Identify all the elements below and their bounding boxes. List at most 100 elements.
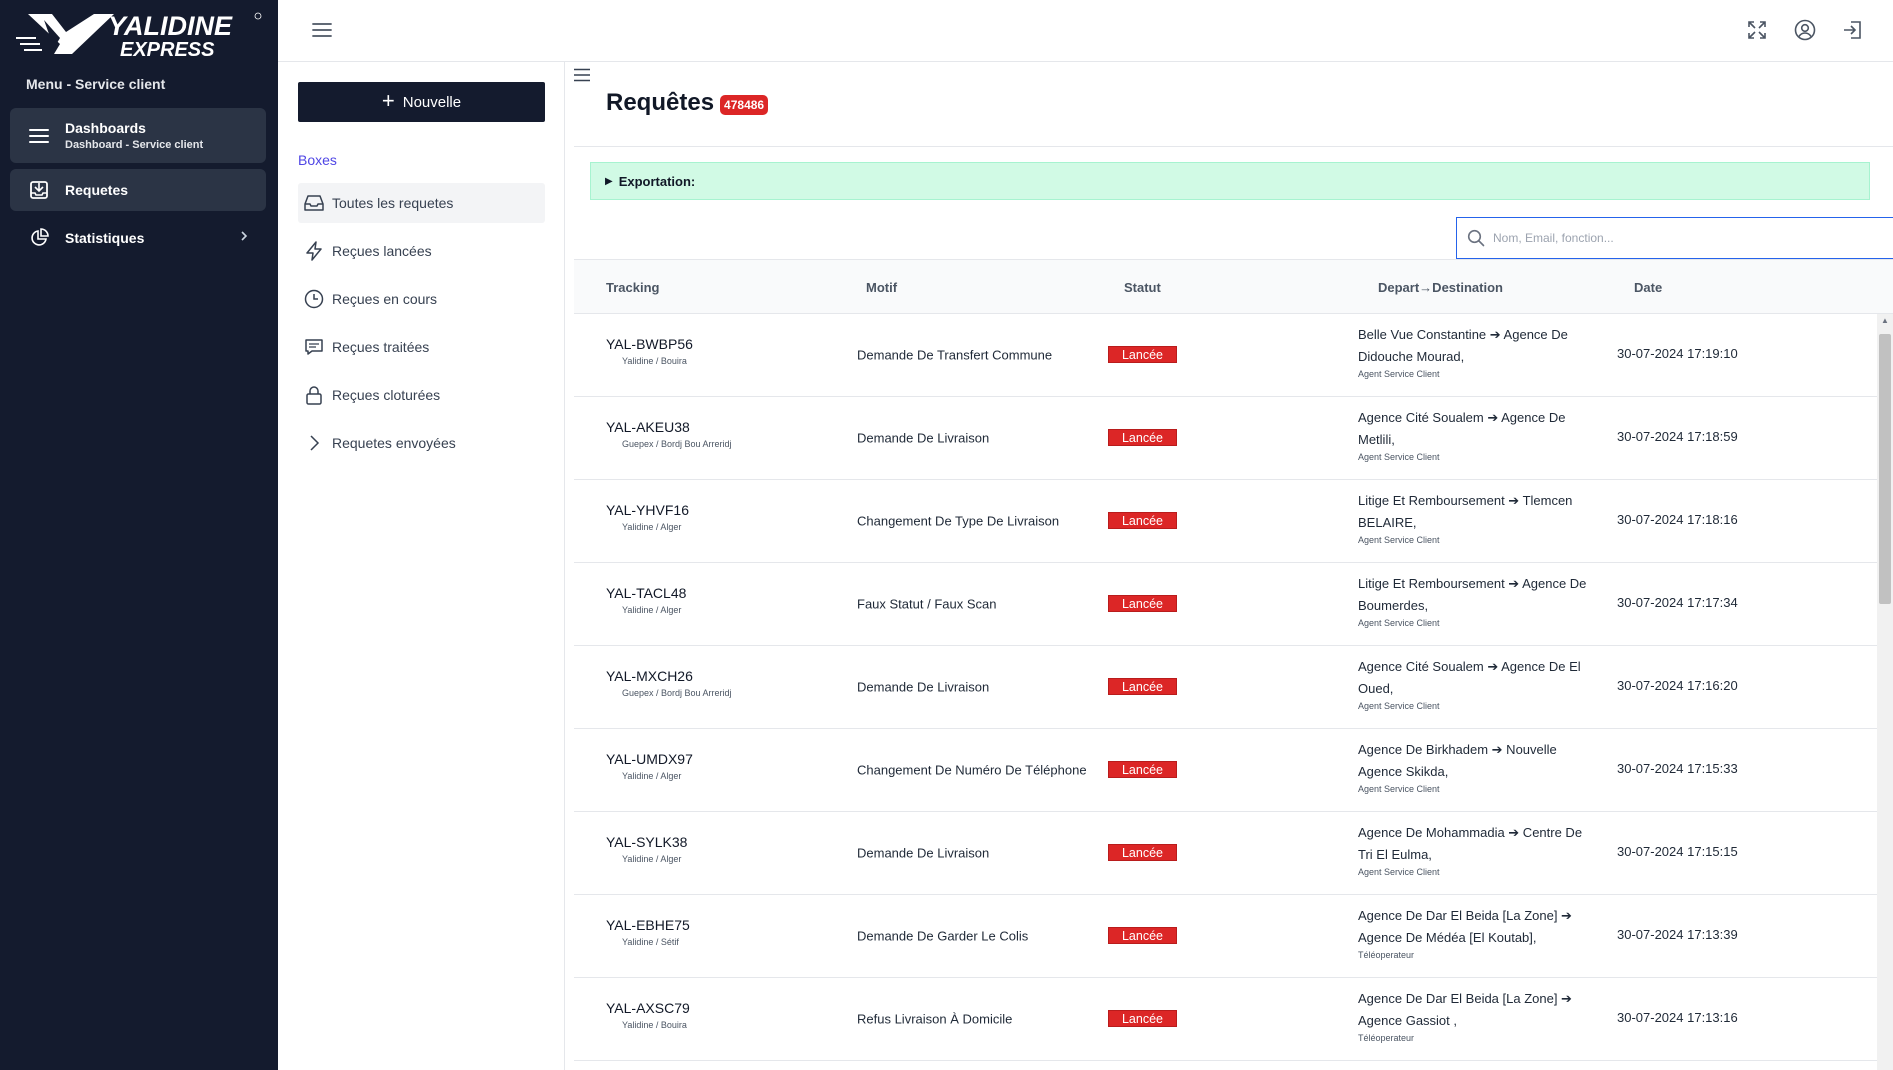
status-badge: Lancée [1108,595,1177,612]
date-text: 30-07-2024 17:18:59 [1617,429,1738,444]
table-row[interactable]: YAL-MXCH26 Guepex / Bordj Bou Arreridj D… [574,646,1893,729]
motif-text: Refus Livraison À Domicile [857,1011,1013,1027]
sidebar-item-dashboards[interactable]: Dashboards Dashboard - Service client [10,108,266,163]
tracking-number[interactable]: YAL-MXCH26 [606,668,693,684]
user-circle-icon[interactable] [1791,16,1819,44]
date-text: 30-07-2024 17:17:34 [1617,595,1738,610]
route-agent: Téléoperateur [1358,950,1415,960]
tracking-origin: Yalidine / Alger [622,605,682,615]
hamburger-icon[interactable] [308,16,336,44]
table-row[interactable]: YAL-AKEU38 Guepex / Bordj Bou Arreridj D… [574,397,1893,480]
sidebar: YALIDINE EXPRESS Menu - Service client D… [0,0,278,1070]
route-text: Litige Et Remboursement ➔ Agence De Boum… [1358,576,1587,613]
tracking-number[interactable]: YAL-AXSC79 [606,1000,690,1016]
sidebar-item-label: Statistiques [65,230,145,246]
box-received-processed[interactable]: Reçues traitées [298,327,545,367]
column-header-tracking[interactable]: Tracking [606,280,659,295]
status-badge: Lancée [1108,678,1177,695]
lock-icon [302,383,326,407]
column-header-date[interactable]: Date [1634,280,1662,295]
column-header-statut[interactable]: Statut [1124,280,1161,295]
plus-icon: + [381,88,395,113]
tracking-origin: Yalidine / Bouira [622,1020,687,1030]
hamburger-icon[interactable] [573,68,591,87]
sidebar-item-sublabel: Dashboard - Service client [65,139,204,151]
sidebar-item-requetes[interactable]: Requetes [10,169,266,211]
clock-icon [302,287,326,311]
box-received-closed[interactable]: Reçues cloturées [298,375,545,415]
tracking-number[interactable]: YAL-BWBP56 [606,336,693,352]
page-title: Requêtes 478486 [606,89,769,117]
table-row[interactable]: YAL-TACL48 Yalidine / Alger Faux Statut … [574,563,1893,646]
search-box [1456,217,1893,259]
new-request-button[interactable]: + Nouvelle [298,82,545,122]
export-toggle[interactable]: ▶ Exportation: [590,162,1870,200]
main-content: Requêtes 478486 ▶ Exportation: Tracking … [566,62,1893,1070]
route-text: Agence De Dar El Beida [La Zone] ➔ Agenc… [1358,908,1572,945]
box-all-requests[interactable]: Toutes les requetes [298,183,545,223]
brand-sub: EXPRESS [120,39,215,60]
search-input[interactable] [1493,231,1873,245]
date-text: 30-07-2024 17:15:15 [1617,844,1738,859]
export-label: Exportation: [618,173,696,189]
route-agent: Agent Service Client [1358,535,1440,545]
table-row[interactable]: YAL-YHVF16 Yalidine / Alger Changement D… [574,480,1893,563]
route-agent: Agent Service Client [1358,369,1440,379]
boxes-panel: + Nouvelle Boxes Toutes les requetes Reç… [278,62,565,1070]
tracking-number[interactable]: YAL-UMDX97 [606,751,693,767]
route-text: Agence De Birkhadem ➔ Nouvelle Agence Sk… [1358,742,1557,779]
box-sent-requests[interactable]: Requetes envoyées [298,423,545,463]
date-text: 30-07-2024 17:16:20 [1617,678,1738,693]
logout-icon[interactable] [1839,16,1867,44]
table-row[interactable]: YAL-BWBP56 Yalidine / Bouira Demande De … [574,314,1893,397]
motif-text: Demande De Transfert Commune [857,347,1053,363]
page-title-text: Requêtes [606,89,715,116]
scroll-up-icon[interactable]: ▲ [1881,316,1889,325]
fullscreen-icon[interactable] [1743,16,1771,44]
status-badge: Lancée [1108,512,1177,529]
route-text: Agence Cité Soualem ➔ Agence De Metlili, [1358,410,1566,447]
tracking-number[interactable]: YAL-YHVF16 [606,502,689,518]
triangle-right-icon: ▶ [605,175,613,187]
status-badge: Lancée [1108,429,1177,446]
yalidine-logo[interactable]: YALIDINE EXPRESS [14,8,264,61]
topbar [278,0,1893,62]
tracking-number[interactable]: YAL-SYLK38 [606,834,687,850]
status-badge: Lancée [1108,844,1177,861]
table-row[interactable]: YAL-AXSC79 Yalidine / Bouira Refus Livra… [574,978,1893,1061]
route-agent: Agent Service Client [1358,701,1440,711]
inbox-icon [302,191,326,215]
scrollbar-thumb[interactable] [1879,334,1891,604]
table-scrollbar[interactable]: ▲ [1877,314,1893,1070]
table-row[interactable]: YAL-SYLK38 Yalidine / Alger Demande De L… [574,812,1893,895]
route-agent: Agent Service Client [1358,452,1440,462]
date-text: 30-07-2024 17:19:10 [1617,346,1738,361]
table-header: Tracking Motif Statut Depart→Destination… [574,260,1893,314]
motif-text: Demande De Garder Le Colis [857,928,1029,944]
tracking-number[interactable]: YAL-AKEU38 [606,419,690,435]
box-item-label: Reçues en cours [332,291,438,307]
lightning-icon [302,239,326,263]
motif-text: Demande De Livraison [857,430,990,446]
route-text: Litige Et Remboursement ➔ Tlemcen BELAIR… [1358,493,1573,530]
tracking-number[interactable]: YAL-TACL48 [606,585,686,601]
column-header-motif[interactable]: Motif [866,280,897,295]
status-badge: Lancée [1108,761,1177,778]
box-item-label: Toutes les requetes [332,195,454,211]
route-agent: Agent Service Client [1358,618,1440,628]
sidebar-item-statistiques[interactable]: Statistiques [10,217,266,259]
route-agent: Agent Service Client [1358,867,1440,877]
table-row[interactable]: YAL-EBHE75 Yalidine / Sétif Demande De G… [574,895,1893,978]
route-text: Agence Cité Soualem ➔ Agence De El Oued, [1358,659,1581,696]
box-received-in-progress[interactable]: Reçues en cours [298,279,545,319]
column-header-route[interactable]: Depart→Destination [1378,280,1503,295]
tracking-origin: Guepex / Bordj Bou Arreridj [622,439,732,449]
tracking-number[interactable]: YAL-EBHE75 [606,917,690,933]
box-received-launched[interactable]: Reçues lancées [298,231,545,271]
chat-icon [302,335,326,359]
motif-text: Changement De Type De Livraison [857,513,1060,529]
motif-text: Changement De Numéro De Téléphone [857,762,1087,778]
route-agent: Téléoperateur [1358,1033,1415,1043]
table-row[interactable]: YAL-UMDX97 Yalidine / Alger Changement D… [574,729,1893,812]
search-icon [1467,229,1485,247]
